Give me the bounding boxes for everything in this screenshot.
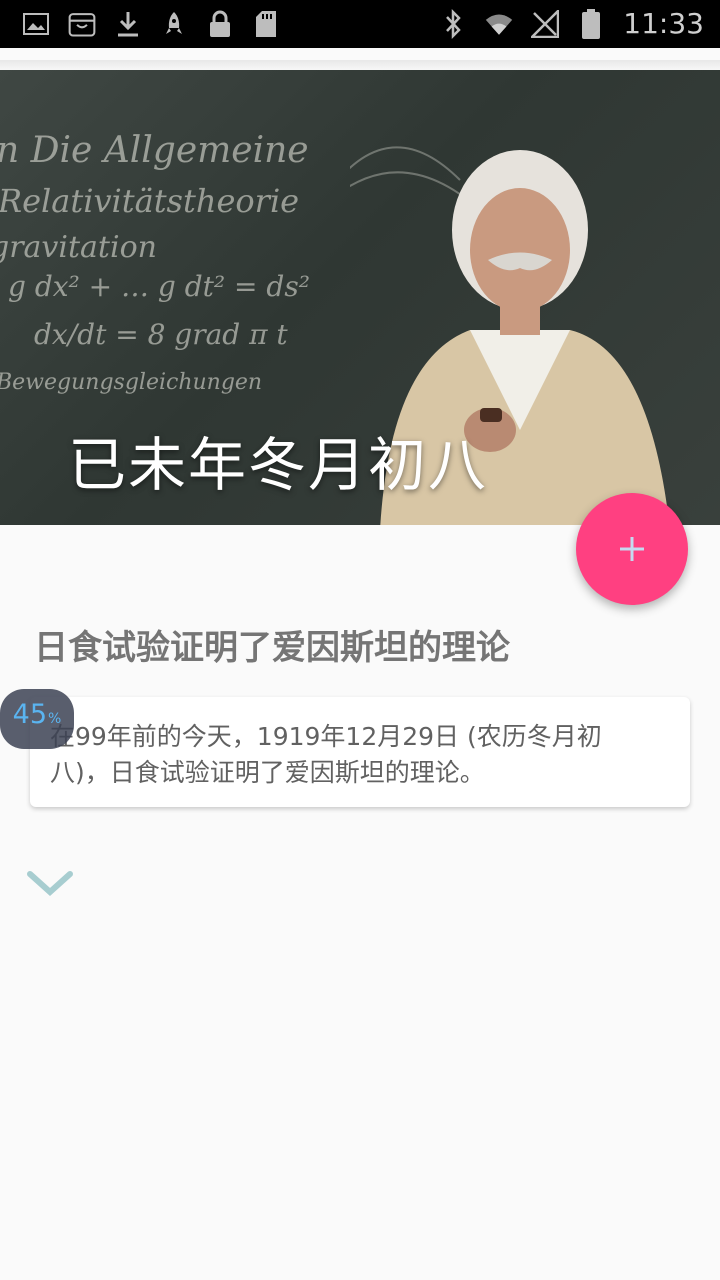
store-icon xyxy=(68,8,96,40)
chalk-line: dx/dt = 8 grad π t xyxy=(34,318,288,351)
chalk-line: Relativitätstheorie xyxy=(0,182,300,220)
system-icons: 11:33 xyxy=(439,6,704,42)
bluetooth-icon xyxy=(439,8,467,40)
article-body: 在99年前的今天，1919年12月29日 (农历冬月初八)，日食试验证明了爱因斯… xyxy=(50,722,602,787)
chalk-line: Bewegungsgleichungen xyxy=(0,370,263,395)
wifi-icon xyxy=(485,8,513,40)
plus-icon xyxy=(620,537,644,561)
chalk-line: g dx² + … g dt² = ds² xyxy=(8,270,310,303)
progress-badge[interactable]: 45 % xyxy=(0,689,74,749)
clock: 11:33 xyxy=(623,7,704,40)
header-image: n Die Allgemeine Relativitätstheorie gra… xyxy=(0,70,720,525)
battery-icon xyxy=(577,8,605,40)
chevron-down-icon[interactable] xyxy=(26,866,74,902)
progress-value: 45 xyxy=(12,699,48,730)
signal-icon xyxy=(531,8,560,40)
progress-unit: % xyxy=(48,711,62,727)
article-title: 日食试验证明了爱因斯坦的理论 xyxy=(34,628,510,668)
download-icon xyxy=(114,8,142,40)
sd-card-icon xyxy=(252,8,280,40)
notification-icons xyxy=(22,8,280,40)
rocket-icon xyxy=(160,8,188,40)
lunar-date-title: 已未年冬月初八 xyxy=(68,431,489,499)
add-button[interactable] xyxy=(576,493,688,605)
chalk-line: gravitation xyxy=(0,230,157,265)
chalk-line: n Die Allgemeine xyxy=(0,130,309,171)
status-bar: 11:33 xyxy=(0,0,720,48)
lock-icon xyxy=(206,8,234,40)
image-icon xyxy=(22,8,50,40)
article-card[interactable]: 在99年前的今天，1919年12月29日 (农历冬月初八)，日食试验证明了爱因斯… xyxy=(30,697,690,807)
